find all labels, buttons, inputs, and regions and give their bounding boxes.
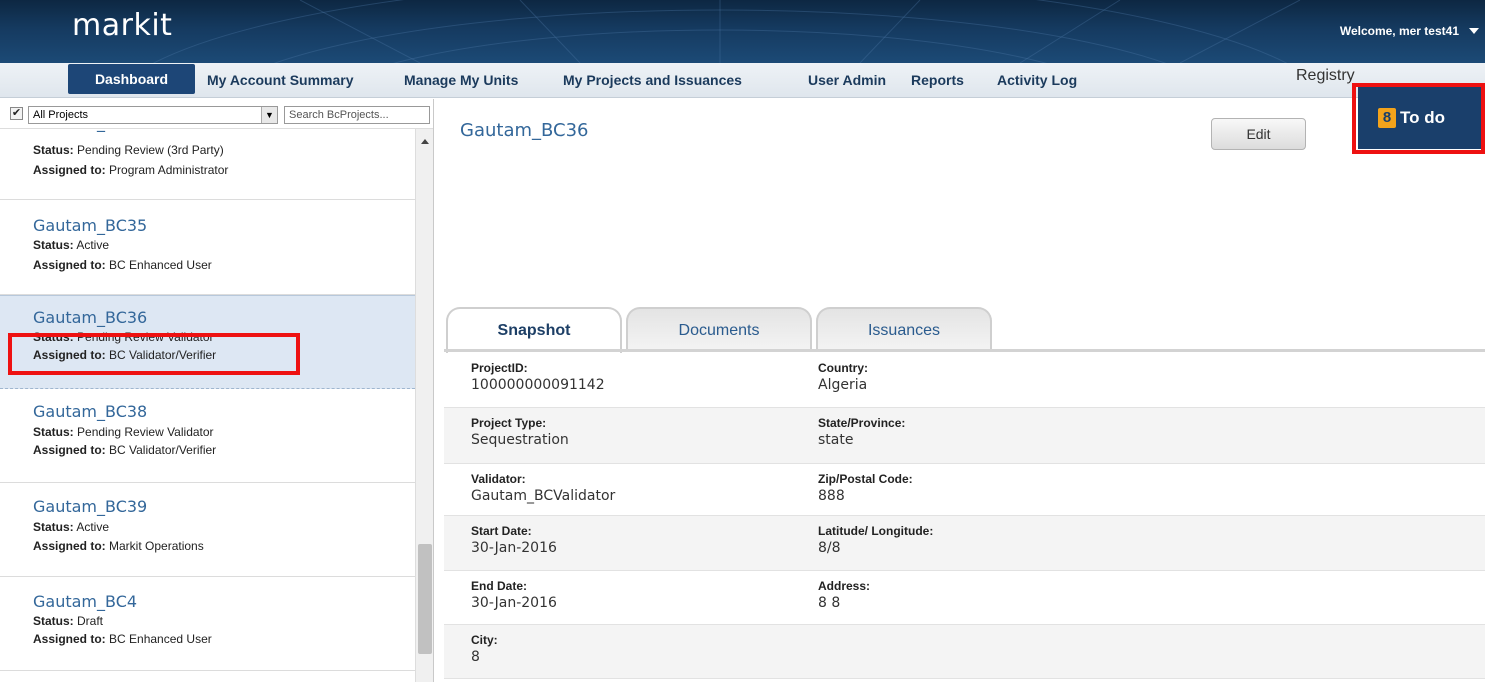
chevron-down-icon[interactable]: ▼ <box>261 107 277 123</box>
project-assigned: Assigned to: BC Validator/Verifier <box>33 348 217 362</box>
project-status: Status: Active <box>33 520 110 534</box>
todo-count-badge: 8 <box>1378 108 1396 128</box>
project-assigned: Assigned to: BC Validator/Verifier <box>33 443 217 457</box>
field-row: Project Type: Sequestration State/Provinc… <box>444 408 1485 464</box>
registry-label: Registry <box>1296 67 1355 84</box>
field-project-type: Project Type: Sequestration <box>471 416 569 448</box>
field-end-date: End Date: 30-Jan-2016 <box>471 579 557 611</box>
tab-snapshot[interactable]: Snapshot <box>446 307 622 353</box>
project-list-item[interactable]: Gautam_BC4 Status: Draft Assigned to: BC… <box>0 577 415 671</box>
project-filter-value: All Projects <box>33 109 89 121</box>
project-list-item[interactable]: Gautam_BC38 Status: Pending Review Valid… <box>0 389 415 483</box>
markit-logo[interactable]: markit <box>72 8 172 43</box>
nav-my-projects-and-issuances[interactable]: My Projects and Issuances <box>563 72 742 88</box>
project-list-item[interactable]: Gautam_BC39 Status: Active Assigned to: … <box>0 483 415 577</box>
project-assigned: Assigned to: Program Administrator <box>33 163 229 177</box>
project-list-item[interactable]: Gautam_BC35 Status: Active Assigned to: … <box>0 200 415 295</box>
nav-my-account-summary[interactable]: My Account Summary <box>207 72 354 88</box>
project-assigned: Assigned to: Markit Operations <box>33 539 204 553</box>
edit-button[interactable]: Edit <box>1211 118 1306 150</box>
tabs-divider <box>444 349 1485 352</box>
welcome-user-menu[interactable]: Welcome, mer test41 <box>1340 24 1459 38</box>
field-row: End Date: 30-Jan-2016 Address: 8 8 <box>444 571 1485 625</box>
project-filter-bar: ✔ All Projects ▼ Search BcProjects... <box>0 99 433 129</box>
tab-documents[interactable]: Documents <box>626 307 812 352</box>
field-row: Start Date: 30-Jan-2016 Latitude/ Longitu… <box>444 516 1485 571</box>
project-list-pane: Gautam_BC29 Status: Pending Review (3rd … <box>0 99 434 682</box>
chevron-down-icon[interactable] <box>1469 28 1479 34</box>
project-name[interactable]: Gautam_BC38 <box>33 402 147 421</box>
todo-button[interactable]: 8 To do <box>1358 87 1485 149</box>
nav-dashboard[interactable]: Dashboard <box>68 64 195 94</box>
project-search-input[interactable]: Search BcProjects... <box>284 106 430 124</box>
field-row: Validator: Gautam_BCValidator Zip/Postal … <box>444 464 1485 516</box>
project-status: Status: Active <box>33 238 110 252</box>
top-header: markit Welcome, mer test41 <box>0 0 1485 63</box>
project-detail-title: Gautam_BC36 <box>460 120 589 141</box>
nav-activity-log[interactable]: Activity Log <box>997 72 1077 88</box>
project-name[interactable]: Gautam_BC36 <box>33 308 147 327</box>
project-list-item-selected[interactable]: Gautam_BC36 Status: Pending Review Valid… <box>0 295 415 389</box>
project-name[interactable]: Gautam_BC39 <box>33 497 147 516</box>
project-name[interactable]: Gautam_BC35 <box>33 216 147 235</box>
main-nav: Dashboard My Account Summary Manage My U… <box>0 63 1485 98</box>
field-row: City: 8 <box>444 625 1485 679</box>
nav-reports[interactable]: Reports <box>911 72 964 88</box>
scroll-thumb[interactable] <box>418 544 432 654</box>
nav-user-admin[interactable]: User Admin <box>808 72 886 88</box>
project-filter-select[interactable]: All Projects ▼ <box>28 106 278 124</box>
field-city: City: 8 <box>471 633 498 665</box>
field-state-province: State/Province: state <box>818 416 906 448</box>
select-all-checkbox[interactable]: ✔ <box>10 107 23 120</box>
field-address: Address: 8 8 <box>818 579 871 611</box>
globe-graphic <box>152 0 1301 63</box>
project-status: Status: Pending Review Validator <box>33 425 214 439</box>
project-name[interactable]: Gautam_BC4 <box>33 592 137 611</box>
project-list: Gautam_BC29 Status: Pending Review (3rd … <box>0 99 415 682</box>
field-country: Country: Algeria <box>818 361 868 393</box>
tab-issuances[interactable]: Issuances <box>816 307 992 352</box>
field-row: ProjectID: 100000000091142 Country: Algeri… <box>444 353 1485 408</box>
project-status: Status: Pending Review Validator <box>33 330 214 344</box>
project-status: Status: Draft <box>33 614 104 628</box>
project-assigned: Assigned to: BC Enhanced User <box>33 632 212 646</box>
list-scrollbar[interactable] <box>415 129 433 682</box>
project-list-item[interactable]: Gautam_BC29 Status: Pending Review (3rd … <box>0 113 415 200</box>
scroll-up-icon[interactable] <box>421 139 429 144</box>
field-latitude-longitude: Latitude/ Longitude: 8/8 <box>818 524 934 556</box>
nav-manage-my-units[interactable]: Manage My Units <box>404 72 518 88</box>
todo-label: To do <box>1400 108 1445 127</box>
project-status: Status: Pending Review (3rd Party) <box>33 143 224 157</box>
project-assigned: Assigned to: BC Enhanced User <box>33 258 212 272</box>
field-validator: Validator: Gautam_BCValidator <box>471 472 616 504</box>
field-project-id: ProjectID: 100000000091142 <box>471 361 605 393</box>
field-start-date: Start Date: 30-Jan-2016 <box>471 524 557 556</box>
field-zip-postal-code: Zip/Postal Code: 888 <box>818 472 913 504</box>
